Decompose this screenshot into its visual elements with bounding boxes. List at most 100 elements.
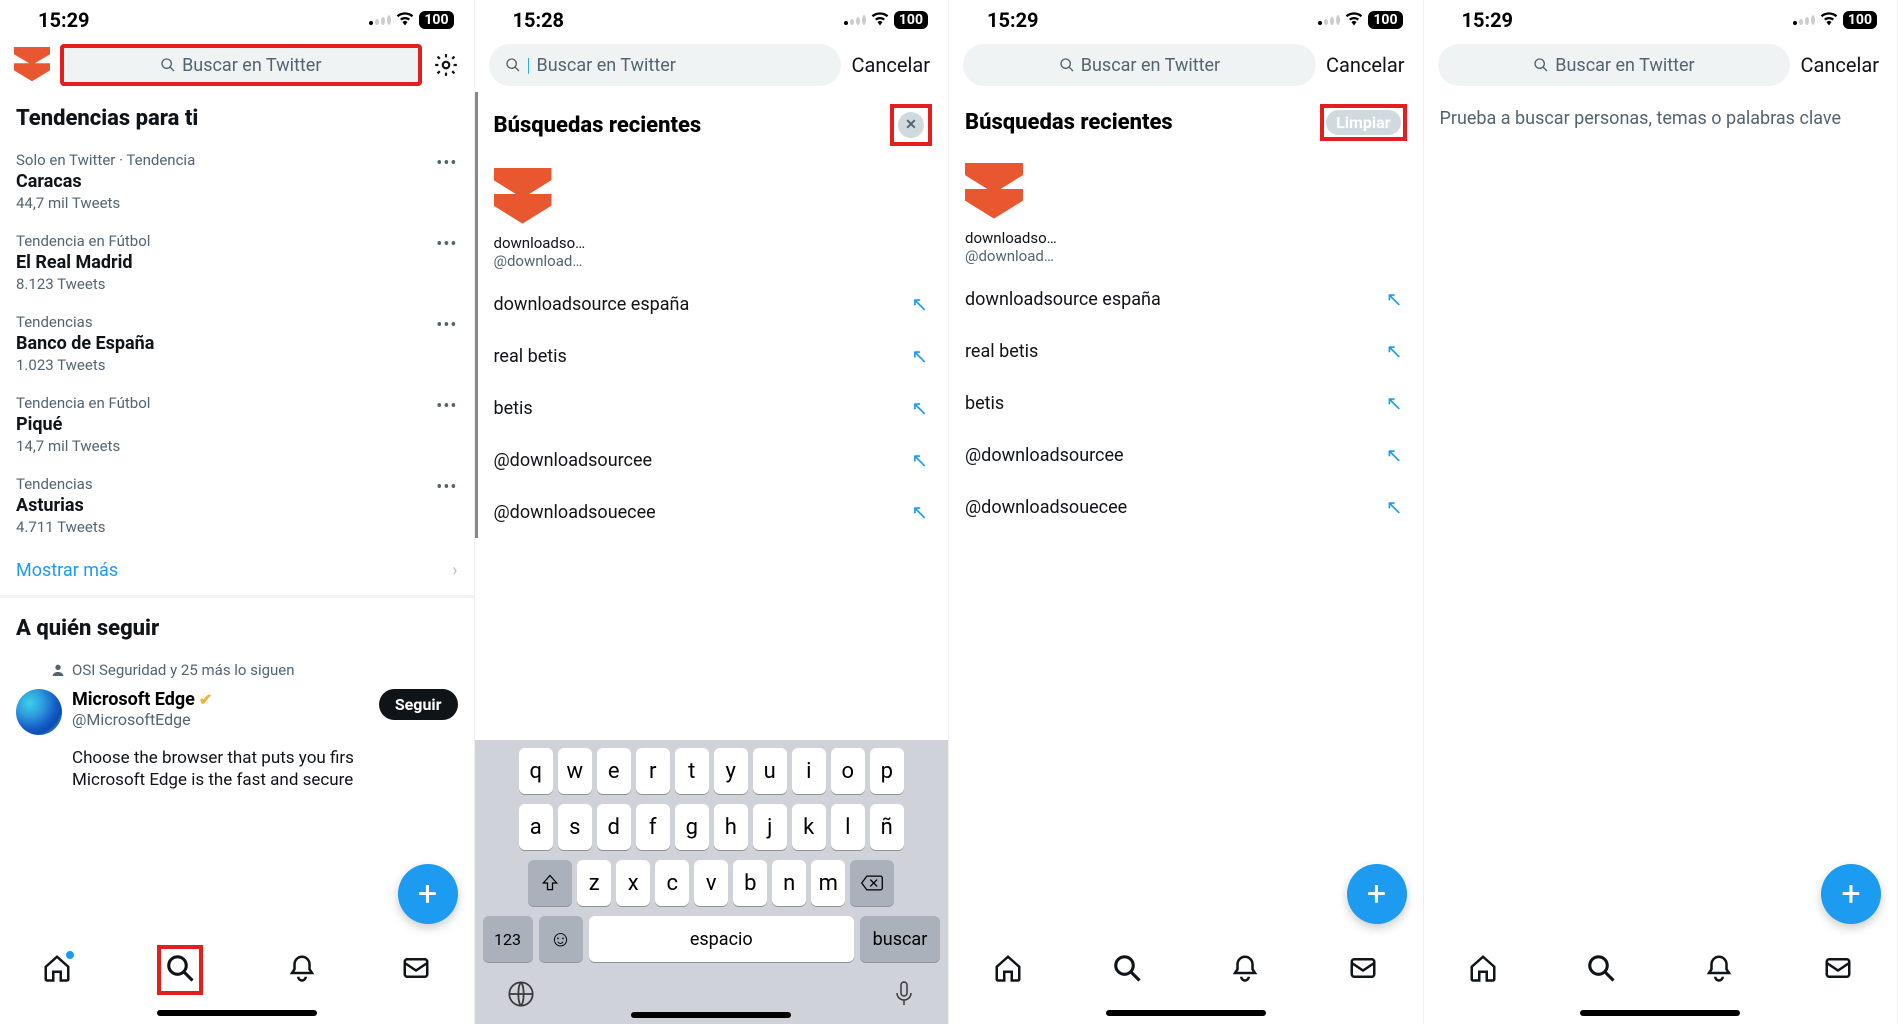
key[interactable]: q (519, 748, 553, 794)
arrow-up-left-icon[interactable]: ↖ (1386, 495, 1403, 519)
recent-search-item[interactable]: @downloadsouecee↖ (949, 481, 1423, 533)
search-input[interactable]: Buscar en Twitter (1438, 44, 1791, 86)
key[interactable]: c (655, 860, 689, 906)
compose-fab[interactable]: + (398, 864, 458, 924)
numbers-key[interactable]: 123 (483, 916, 533, 962)
trend-item[interactable]: Tendencia en Fútbol Piqué 14,7 mil Tweet… (0, 384, 474, 465)
home-indicator[interactable] (157, 1010, 317, 1016)
recent-search-item[interactable]: downloadsource españa↖ (478, 278, 949, 330)
nav-messages[interactable] (1348, 953, 1378, 987)
key[interactable]: w (558, 748, 592, 794)
nav-search[interactable] (1112, 953, 1142, 987)
nav-home[interactable] (993, 953, 1023, 987)
nav-messages[interactable] (401, 953, 431, 987)
nav-home[interactable] (1468, 953, 1498, 987)
key[interactable]: l (831, 804, 865, 850)
nav-notifications[interactable] (1704, 953, 1734, 987)
key[interactable]: ñ (870, 804, 904, 850)
emoji-key[interactable]: ☺ (539, 916, 583, 962)
key[interactable]: a (519, 804, 553, 850)
recent-search-item[interactable]: betis↖ (949, 377, 1423, 429)
key[interactable]: m (811, 860, 845, 906)
recent-profile[interactable]: downloadso… @downloads… (478, 154, 588, 278)
backspace-key[interactable] (850, 860, 894, 906)
recent-search-item[interactable]: @downloadsouecee↖ (478, 486, 949, 538)
space-key[interactable]: espacio (589, 916, 855, 962)
arrow-up-left-icon[interactable]: ↖ (911, 292, 928, 316)
home-indicator[interactable] (1106, 1010, 1266, 1016)
nav-notifications[interactable] (287, 953, 317, 987)
key[interactable]: p (870, 748, 904, 794)
more-icon[interactable]: ••• (436, 153, 457, 174)
key[interactable]: k (792, 804, 826, 850)
more-icon[interactable]: ••• (436, 396, 457, 417)
follow-suggestion[interactable]: Microsoft Edge ✔ @MicrosoftEdge Seguir (0, 679, 474, 745)
clear-recent-button[interactable]: Limpiar (1326, 110, 1400, 135)
arrow-up-left-icon[interactable]: ↖ (911, 344, 928, 368)
globe-key[interactable] (507, 980, 535, 1012)
key[interactable]: v (694, 860, 728, 906)
home-indicator[interactable] (631, 1012, 791, 1018)
search-input[interactable]: Buscar en Twitter (963, 44, 1316, 86)
search-input[interactable]: Buscar en Twitter (60, 44, 422, 86)
key[interactable]: r (636, 748, 670, 794)
key[interactable]: z (577, 860, 611, 906)
key[interactable]: b (733, 860, 767, 906)
key[interactable]: o (831, 748, 865, 794)
recent-search-item[interactable]: @downloadsourcee↖ (949, 429, 1423, 481)
arrow-up-left-icon[interactable]: ↖ (911, 500, 928, 524)
key[interactable]: n (772, 860, 806, 906)
recent-profile[interactable]: downloadso… @downloads… (949, 149, 1059, 273)
key[interactable]: d (597, 804, 631, 850)
nav-messages[interactable] (1823, 953, 1853, 987)
follow-button[interactable]: Seguir (379, 689, 458, 720)
compose-fab[interactable]: + (1347, 864, 1407, 924)
key[interactable]: j (753, 804, 787, 850)
mic-key[interactable] (892, 980, 916, 1012)
arrow-up-left-icon[interactable]: ↖ (1386, 339, 1403, 363)
recent-search-item[interactable]: real betis↖ (949, 325, 1423, 377)
home-indicator[interactable] (1580, 1010, 1740, 1016)
recent-search-item[interactable]: downloadsource españa↖ (949, 273, 1423, 325)
trend-item[interactable]: Solo en Twitter · Tendencia Caracas 44,7… (0, 141, 474, 222)
arrow-up-left-icon[interactable]: ↖ (911, 448, 928, 472)
more-icon[interactable]: ••• (436, 315, 457, 336)
arrow-up-left-icon[interactable]: ↖ (911, 396, 928, 420)
arrow-up-left-icon[interactable]: ↖ (1386, 391, 1403, 415)
keyboard-search-key[interactable]: buscar (860, 916, 940, 962)
search-input[interactable]: |Buscar en Twitter (489, 44, 842, 86)
key[interactable]: t (675, 748, 709, 794)
key[interactable]: g (675, 804, 709, 850)
clear-recent-button[interactable]: ✕ (898, 112, 924, 138)
cancel-button[interactable]: Cancelar (1326, 53, 1409, 77)
arrow-up-left-icon[interactable]: ↖ (1386, 287, 1403, 311)
nav-home[interactable] (42, 953, 72, 987)
keyboard[interactable]: q w e r t y u i o p a s d f g h j k l ñ … (475, 740, 949, 1024)
nav-search[interactable] (1586, 953, 1616, 987)
nav-notifications[interactable] (1230, 953, 1260, 987)
trend-item[interactable]: Tendencias Banco de España 1.023 Tweets … (0, 303, 474, 384)
recent-search-item[interactable]: betis↖ (478, 382, 949, 434)
arrow-up-left-icon[interactable]: ↖ (1386, 443, 1403, 467)
cancel-button[interactable]: Cancelar (1800, 53, 1883, 77)
recent-search-item[interactable]: real betis↖ (478, 330, 949, 382)
key[interactable]: e (597, 748, 631, 794)
key[interactable]: f (636, 804, 670, 850)
app-logo[interactable] (14, 47, 50, 83)
recent-search-item[interactable]: @downloadsourcee↖ (478, 434, 949, 486)
more-icon[interactable]: ••• (436, 234, 457, 255)
key[interactable]: x (616, 860, 650, 906)
key[interactable]: h (714, 804, 748, 850)
show-more-link[interactable]: Mostrar más › (0, 546, 474, 595)
trend-item[interactable]: Tendencias Asturias 4.711 Tweets ••• (0, 465, 474, 546)
cancel-button[interactable]: Cancelar (851, 53, 934, 77)
compose-fab[interactable]: + (1821, 864, 1881, 924)
key[interactable]: y (714, 748, 748, 794)
key[interactable]: u (753, 748, 787, 794)
more-icon[interactable]: ••• (436, 477, 457, 498)
key[interactable]: i (792, 748, 826, 794)
trend-item[interactable]: Tendencia en Fútbol El Real Madrid 8.123… (0, 222, 474, 303)
nav-search[interactable] (157, 945, 203, 995)
key[interactable]: s (558, 804, 592, 850)
settings-button[interactable] (432, 51, 460, 79)
